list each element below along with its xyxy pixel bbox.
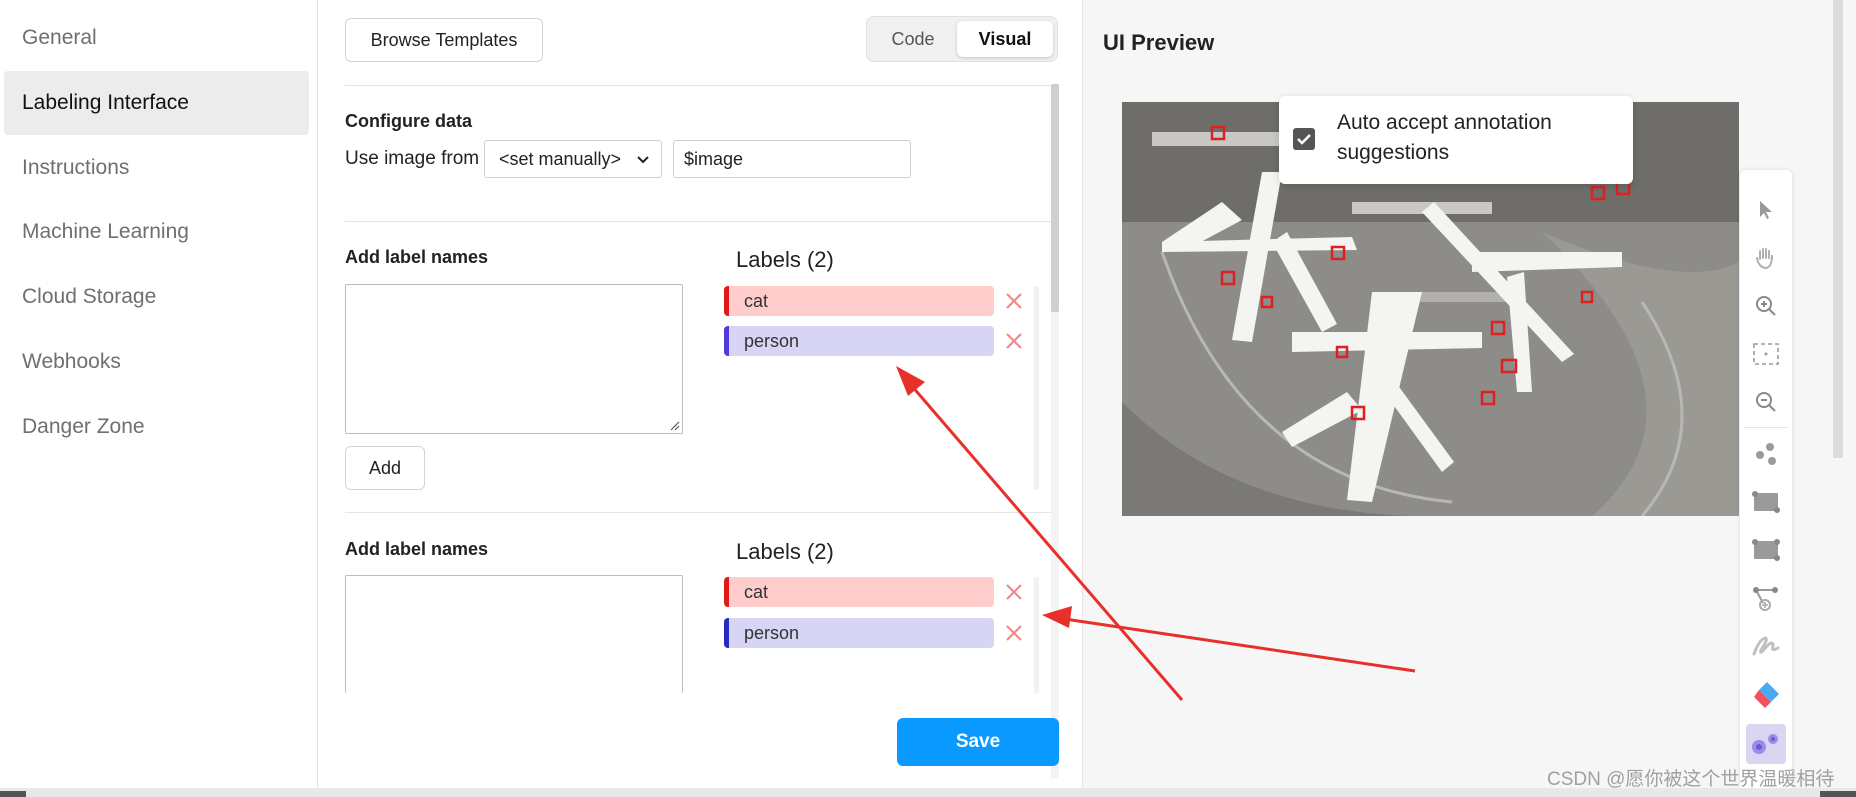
sidebar-item-webhooks[interactable]: Webhooks bbox=[4, 330, 309, 394]
preview-title: UI Preview bbox=[1103, 30, 1215, 55]
labels-list-scrollbar[interactable] bbox=[1034, 286, 1039, 490]
sidebar-item-labeling-interface[interactable]: Labeling Interface bbox=[4, 71, 309, 135]
chevron-down-icon bbox=[637, 156, 649, 164]
save-button[interactable]: Save bbox=[897, 718, 1059, 766]
resize-grip-icon[interactable] bbox=[668, 419, 680, 431]
magic-wand-icon[interactable] bbox=[1746, 724, 1786, 764]
divider bbox=[345, 85, 1051, 86]
label-names-textarea[interactable] bbox=[345, 575, 683, 693]
app-window: General Labeling Interface Instructions … bbox=[0, 0, 1856, 797]
annotation-toolbar bbox=[1740, 170, 1792, 788]
rectangle-3point-icon[interactable] bbox=[1748, 532, 1784, 568]
data-source-select[interactable]: <set manually> bbox=[484, 140, 662, 178]
labels-count-title: Labels (2) bbox=[736, 247, 834, 272]
ui-preview-panel: UI Preview Auto accept annotation sugges… bbox=[1082, 0, 1856, 788]
auto-accept-label: Auto accept annotation suggestions bbox=[1337, 111, 1552, 164]
editor-mode-toggle: Code Visual bbox=[866, 16, 1058, 62]
use-image-from-label: Use image from bbox=[345, 148, 480, 169]
labels-count-title: Labels (2) bbox=[736, 539, 834, 564]
sidebar-item-instructions[interactable]: Instructions bbox=[4, 136, 309, 200]
keypoint-icon[interactable] bbox=[1748, 436, 1784, 472]
bottom-edge-segment bbox=[0, 791, 26, 797]
label-chip-person[interactable]: person bbox=[724, 618, 994, 648]
toolbar-divider bbox=[1744, 427, 1788, 428]
config-scrollbar[interactable] bbox=[1051, 84, 1059, 779]
zoom-out-icon[interactable] bbox=[1748, 384, 1784, 420]
watermark-text: CSDN @愿你被这个世界温暖相待 bbox=[1547, 769, 1835, 790]
pointer-icon[interactable] bbox=[1748, 192, 1784, 228]
label-names-textarea[interactable] bbox=[345, 284, 683, 434]
config-scrollbar-thumb[interactable] bbox=[1051, 84, 1059, 312]
browse-templates-button[interactable]: Browse Templates bbox=[345, 18, 543, 62]
brush-icon[interactable] bbox=[1748, 628, 1784, 664]
configure-data-title: Configure data bbox=[345, 111, 473, 131]
rectangle-icon[interactable] bbox=[1748, 484, 1784, 520]
labeling-config-panel: Browse Templates Code Visual Configure d… bbox=[318, 0, 1082, 788]
divider bbox=[345, 512, 1051, 513]
auto-accept-panel: Auto accept annotation suggestions bbox=[1279, 96, 1633, 184]
tab-code[interactable]: Code bbox=[873, 21, 953, 57]
label-chip-person[interactable]: person bbox=[724, 326, 994, 356]
add-labels-button[interactable]: Add bbox=[345, 446, 425, 490]
data-source-select-value: <set manually> bbox=[499, 148, 622, 169]
hand-icon[interactable] bbox=[1748, 240, 1784, 276]
sidebar-item-general[interactable]: General bbox=[4, 6, 309, 70]
bottom-edge-segment bbox=[1820, 791, 1856, 797]
remove-label-icon[interactable] bbox=[1004, 582, 1024, 602]
sidebar-item-cloud-storage[interactable]: Cloud Storage bbox=[4, 265, 309, 329]
divider bbox=[345, 221, 1051, 222]
sidebar-item-machine-learning[interactable]: Machine Learning bbox=[4, 200, 309, 264]
zoom-in-icon[interactable] bbox=[1748, 288, 1784, 324]
remove-label-icon[interactable] bbox=[1004, 623, 1024, 643]
add-label-names-title: Add label names bbox=[345, 247, 489, 267]
eraser-icon[interactable] bbox=[1748, 676, 1784, 712]
sidebar-item-danger-zone[interactable]: Danger Zone bbox=[4, 395, 309, 459]
remove-label-icon[interactable] bbox=[1004, 331, 1024, 351]
add-label-names-title: Add label names bbox=[345, 539, 489, 559]
settings-sidebar: General Labeling Interface Instructions … bbox=[0, 0, 318, 788]
fit-icon[interactable] bbox=[1748, 336, 1784, 372]
preview-scrollbar[interactable] bbox=[1833, 0, 1843, 458]
data-variable-input[interactable]: $image bbox=[673, 140, 911, 178]
labels-list-scrollbar[interactable] bbox=[1034, 577, 1039, 693]
polygon-icon[interactable] bbox=[1748, 580, 1784, 616]
check-icon bbox=[1297, 134, 1311, 145]
bottom-edge bbox=[0, 788, 1856, 797]
auto-accept-checkbox[interactable] bbox=[1293, 128, 1315, 150]
label-chip-cat[interactable]: cat bbox=[724, 286, 994, 316]
label-chip-cat[interactable]: cat bbox=[724, 577, 994, 607]
tab-visual[interactable]: Visual bbox=[957, 21, 1053, 57]
remove-label-icon[interactable] bbox=[1004, 291, 1024, 311]
